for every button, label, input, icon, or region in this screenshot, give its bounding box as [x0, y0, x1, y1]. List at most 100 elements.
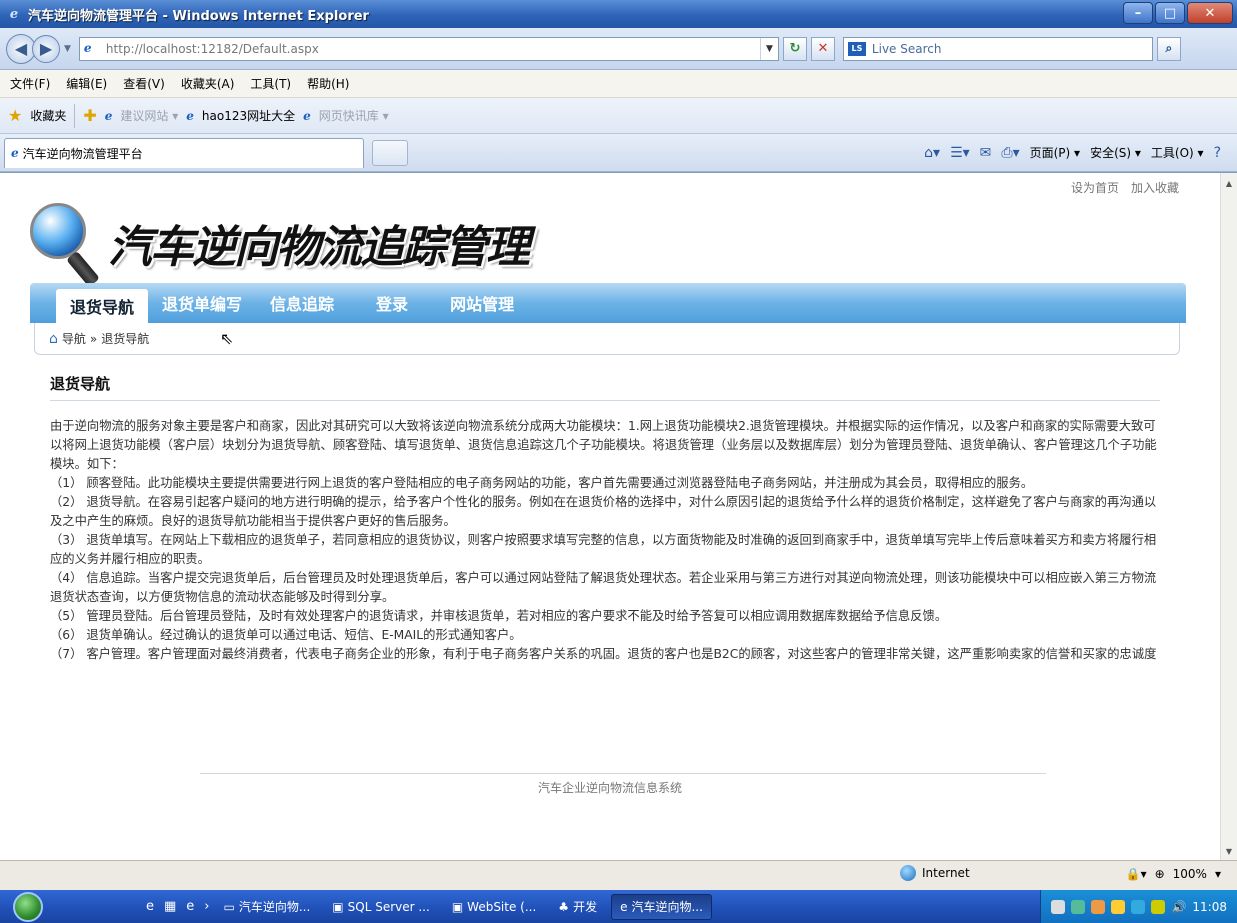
nav-return-form[interactable]: 退货单编写 — [148, 283, 256, 323]
taskbar-item-label: 汽车逆向物... — [238, 900, 311, 914]
quick-launch: e ▦ e › — [146, 899, 210, 914]
desktop-quicklaunch-icon[interactable]: ▦ — [164, 899, 176, 914]
minimize-button[interactable]: – — [1123, 2, 1153, 24]
taskbar-item-label: 开发 — [573, 900, 598, 914]
scroll-down-icon[interactable]: ▼ — [1221, 843, 1237, 859]
search-input[interactable]: LS Live Search — [842, 36, 1153, 61]
favorites-separator — [74, 103, 76, 128]
paragraph: （2） 退货导航。在容易引起客户疑问的地方进行明确的提示，给予客户个性化的服务。… — [50, 495, 1157, 528]
stop-button[interactable]: ✕ — [810, 36, 835, 61]
favorites-bar: ★ 收藏夹 ✚ e 建议网站 ▾ e hao123网址大全 e 网页快讯库 ▾ — [0, 98, 1237, 134]
magnifier-icon — [28, 201, 106, 288]
window-controls: – □ ✕ — [1123, 2, 1233, 24]
menu-help[interactable]: 帮助(H) — [307, 75, 349, 92]
favorite-suggested-sites[interactable]: 建议网站 ▾ — [120, 107, 178, 124]
site-icon: e — [186, 108, 194, 123]
safety-menu[interactable]: 安全(S) ▾ — [1090, 144, 1141, 161]
logo-text: 汽车逆向物流追踪管理 — [108, 222, 530, 273]
ie2-quicklaunch-icon[interactable]: e — [186, 899, 194, 914]
tab-ie-icon: e — [11, 146, 19, 160]
address-input[interactable]: e http://localhost:12182/Default.aspx ▼ — [78, 36, 779, 61]
security-icon[interactable] — [1111, 899, 1126, 914]
security-zone[interactable]: Internet — [900, 865, 970, 881]
page-menu[interactable]: 页面(P) ▾ — [1030, 144, 1080, 161]
add-favorite-link[interactable]: 加入收藏 — [1131, 179, 1179, 196]
menu-tools[interactable]: 工具(T) — [250, 75, 291, 92]
new-tab-button[interactable] — [372, 139, 408, 166]
mail-icon[interactable]: ✉ — [980, 145, 992, 161]
taskbar-item-label: SQL Server ... — [347, 899, 430, 914]
close-button[interactable]: ✕ — [1187, 2, 1233, 24]
search-icon: ⌕ — [1165, 41, 1173, 55]
ie-taskbar-icon: e — [620, 899, 628, 914]
zoom-dropdown-icon[interactable]: ▾ — [1215, 867, 1221, 881]
tools-menu[interactable]: 工具(O) ▾ — [1151, 144, 1204, 161]
arrow-left-icon: ◀ — [14, 39, 28, 58]
main-nav: 退货导航 退货单编写 信息追踪 登录 网站管理 — [30, 283, 1186, 323]
tab-title: 汽车逆向物流管理平台 — [22, 146, 143, 161]
scroll-up-icon[interactable]: ▲ — [1221, 175, 1237, 191]
add-favorite-icon[interactable]: ✚ — [83, 106, 96, 125]
zoom-control[interactable]: 🔒▾ ⊕ 100% ▾ — [1126, 867, 1221, 881]
forward-button[interactable]: ▶ — [32, 34, 60, 63]
paragraph: （5） 管理员登陆。后台管理员登陆，及时有效处理客户的退货请求，并审核退货单，若… — [50, 609, 948, 623]
paragraph: （4） 信息追踪。当客户提交完退货单后，后台管理员及时处理退货单后，客户可以通过… — [50, 571, 1157, 604]
update-icon[interactable] — [1131, 899, 1146, 914]
menu-file[interactable]: 文件(F) — [10, 75, 50, 92]
ie-quicklaunch-icon[interactable]: e — [146, 899, 154, 914]
favorite-web-slice[interactable]: 网页快讯库 ▾ — [319, 107, 389, 124]
menu-view[interactable]: 查看(V) — [123, 75, 165, 92]
mouse-cursor-icon: ⇖ — [220, 329, 234, 348]
article-body: 由于逆向物流的服务对象主要是客户和商家，因此对其研究可以大致将该逆向物流系统分成… — [50, 417, 1164, 664]
set-homepage-link[interactable]: 设为首页 — [1071, 179, 1119, 196]
vertical-scrollbar[interactable]: ▲ ▼ — [1220, 173, 1237, 861]
sql-server-icon: ▣ — [332, 899, 344, 914]
protected-mode-icon[interactable]: 🔒▾ — [1126, 867, 1147, 881]
taskbar-item-active[interactable]: e 汽车逆向物... — [611, 893, 712, 920]
nav-login[interactable]: 登录 — [362, 283, 422, 323]
taskbar-item-label: 汽车逆向物... — [631, 900, 703, 914]
breadcrumb-current: 退货导航 — [101, 332, 150, 346]
feeds-icon[interactable]: ☰▾ — [950, 145, 970, 161]
nav-tracking[interactable]: 信息追踪 — [256, 283, 348, 323]
taskbar-item[interactable]: ▭ 汽车逆向物... — [216, 894, 319, 920]
print-icon[interactable]: ⎙▾ — [1001, 145, 1019, 161]
help-icon[interactable]: ? — [1214, 145, 1221, 161]
window-titlebar[interactable]: e 汽车逆向物流管理平台 - Windows Internet Explorer… — [0, 0, 1237, 28]
refresh-button[interactable]: ↻ — [782, 36, 807, 61]
volume-icon[interactable]: 🔊 — [1171, 900, 1186, 914]
arrow-right-icon: ▶ — [39, 39, 53, 58]
taskbar-item[interactable]: ▣ WebSite (... — [444, 894, 544, 920]
keyboard-icon[interactable] — [1051, 899, 1066, 914]
menu-edit[interactable]: 编辑(E) — [66, 75, 107, 92]
favorite-hao123[interactable]: hao123网址大全 — [202, 107, 295, 124]
maximize-button[interactable]: □ — [1155, 2, 1185, 24]
search-button[interactable]: ⌕ — [1156, 36, 1181, 61]
home-icon[interactable]: ⌂▾ — [924, 145, 940, 161]
more-quicklaunch-icon[interactable]: › — [204, 899, 209, 914]
address-dropdown-icon[interactable]: ▼ — [759, 37, 778, 60]
nav-return-guide[interactable]: 退货导航 — [56, 289, 149, 323]
taskbar-item[interactable]: ♣ 开发 — [550, 894, 605, 920]
nav-site-admin[interactable]: 网站管理 — [436, 283, 528, 323]
menu-favorites[interactable]: 收藏夹(A) — [181, 75, 235, 92]
address-url: http://localhost:12182/Default.aspx — [105, 41, 319, 56]
start-button[interactable] — [0, 890, 56, 923]
home-icon: ⌂ — [49, 330, 58, 347]
history-dropdown-icon[interactable]: ▼ — [64, 44, 71, 54]
user-icon[interactable] — [1091, 899, 1106, 914]
shield-icon[interactable] — [1151, 899, 1166, 914]
clock[interactable]: 11:08 — [1192, 900, 1227, 914]
folder-icon: ▭ — [223, 899, 235, 914]
refresh-icon: ↻ — [789, 41, 801, 56]
live-search-icon: LS — [847, 41, 866, 56]
breadcrumb-home[interactable]: 导航 — [62, 330, 86, 347]
page-icon: e — [83, 40, 92, 55]
taskbar-item[interactable]: ▣ SQL Server ... — [324, 894, 438, 920]
zoom-level: 100% — [1172, 867, 1207, 881]
paragraph: 由于逆向物流的服务对象主要是客户和商家，因此对其研究可以大致将该逆向物流系统分成… — [50, 419, 1157, 471]
tab-current[interactable]: e 汽车逆向物流管理平台 — [4, 137, 364, 168]
taskbar: e ▦ e › ▭ 汽车逆向物... ▣ SQL Server ... ▣ WebSi… — [0, 890, 1237, 923]
network-icon[interactable] — [1071, 899, 1086, 914]
favorites-button[interactable]: 收藏夹 — [30, 107, 66, 124]
